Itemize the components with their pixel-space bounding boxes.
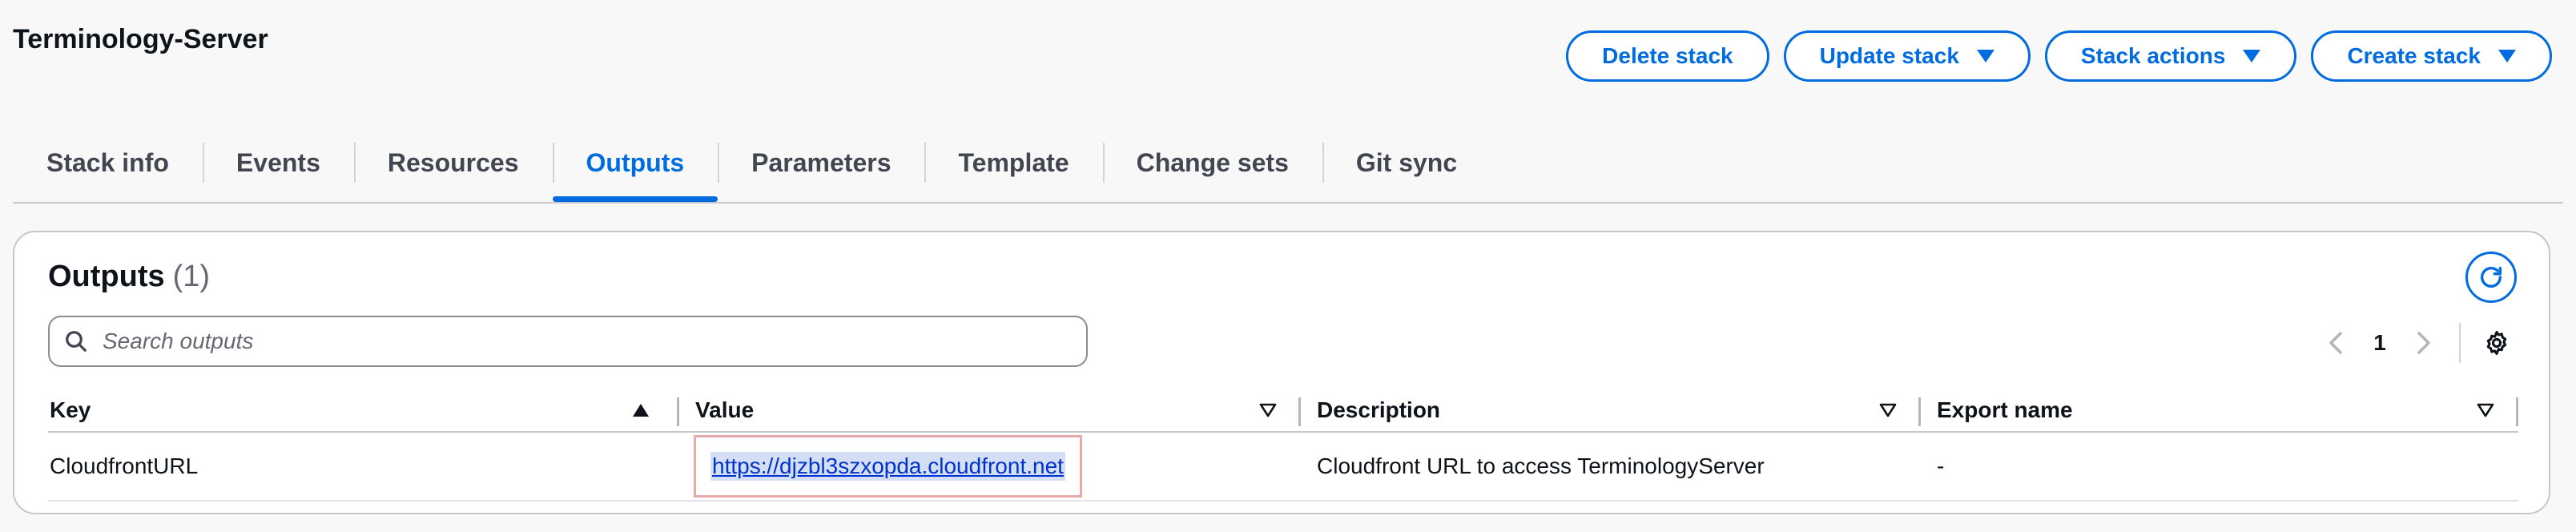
sort-icon <box>1259 403 1277 417</box>
sort-ascending-icon <box>633 404 649 417</box>
column-header-export-name[interactable]: Export name <box>1921 389 2518 431</box>
tab-events[interactable]: Events <box>202 138 354 187</box>
outputs-table: Key Value Description Export name Cloudf… <box>48 389 2518 502</box>
outputs-title: Outputs (1) <box>48 260 210 294</box>
outputs-panel: Outputs(1) 1 K <box>13 231 2550 514</box>
tab-git-sync[interactable]: Git sync <box>1322 138 1491 187</box>
column-description-label: Description <box>1317 397 1441 422</box>
sort-icon <box>1879 403 1897 417</box>
stack-tabs: Stack info Events Resources Outputs Para… <box>13 138 2563 204</box>
preferences-button[interactable] <box>2477 320 2517 365</box>
cell-export-name: - <box>1937 453 1945 478</box>
stack-actions-button[interactable]: Stack actions <box>2044 30 2297 82</box>
page-number[interactable]: 1 <box>2352 330 2408 356</box>
caret-down-icon <box>2498 50 2516 62</box>
stack-title: Terminology-Server <box>13 24 268 54</box>
create-stack-label: Create stack <box>2347 43 2481 68</box>
chevron-right-icon <box>2417 332 2430 354</box>
outputs-title-text: Outputs <box>48 260 165 293</box>
tab-parameters[interactable]: Parameters <box>718 138 924 187</box>
stack-actions-toolbar: Delete stack Update stack Stack actions … <box>1566 30 2552 82</box>
tab-template[interactable]: Template <box>924 138 1102 187</box>
cloudfront-url-link[interactable]: https://djzbl3szxopda.cloudfront.net <box>710 452 1065 481</box>
sort-icon <box>2477 403 2494 417</box>
refresh-button[interactable] <box>2465 252 2517 303</box>
stack-actions-label: Stack actions <box>2080 43 2226 68</box>
column-value-label: Value <box>695 397 755 422</box>
value-highlight: https://djzbl3szxopda.cloudfront.net <box>694 435 1082 498</box>
pager-divider <box>2459 323 2461 363</box>
tab-resources[interactable]: Resources <box>353 138 553 187</box>
chevron-left-icon <box>2329 332 2342 354</box>
tab-change-sets[interactable]: Change sets <box>1102 138 1322 187</box>
update-stack-label: Update stack <box>1819 43 1959 68</box>
column-header-value[interactable]: Value <box>679 389 1301 431</box>
tab-label: Events <box>235 147 320 177</box>
create-stack-button[interactable]: Create stack <box>2311 30 2552 82</box>
tab-label: Resources <box>387 147 519 177</box>
tab-outputs[interactable]: Outputs <box>552 138 718 202</box>
outputs-count: (1) <box>172 260 211 293</box>
delete-stack-button[interactable]: Delete stack <box>1566 30 1769 82</box>
pagination: 1 <box>2320 320 2517 365</box>
cell-value: https://djzbl3szxopda.cloudfront.net <box>679 433 1301 500</box>
update-stack-button[interactable]: Update stack <box>1783 30 2031 82</box>
previous-page-button[interactable] <box>2320 320 2352 365</box>
column-header-key[interactable]: Key <box>48 389 679 431</box>
cell-description: Cloudfront URL to access TerminologyServ… <box>1317 453 1765 478</box>
refresh-icon <box>2480 266 2502 288</box>
search-outputs-field <box>48 316 1088 367</box>
tab-label: Stack info <box>46 147 169 177</box>
caret-down-icon <box>1976 50 1994 62</box>
caret-down-icon <box>2243 50 2261 62</box>
tab-stack-info[interactable]: Stack info <box>13 138 203 187</box>
next-page-button[interactable] <box>2408 320 2440 365</box>
tab-label: Git sync <box>1355 147 1458 177</box>
gear-icon <box>2486 330 2507 356</box>
delete-stack-label: Delete stack <box>1602 43 1733 68</box>
table-row: CloudfrontURL https://djzbl3szxopda.clou… <box>48 433 2518 502</box>
cell-key: CloudfrontURL <box>50 453 199 478</box>
column-key-label: Key <box>50 397 91 422</box>
tab-label: Change sets <box>1136 147 1289 177</box>
search-icon <box>66 331 87 352</box>
column-header-description[interactable]: Description <box>1301 389 1921 431</box>
search-outputs-input[interactable] <box>103 328 1086 354</box>
tab-label: Parameters <box>751 147 892 177</box>
table-header: Key Value Description Export name <box>48 389 2518 433</box>
tab-label: Template <box>958 147 1069 177</box>
tab-label: Outputs <box>586 147 685 177</box>
column-export-name-label: Export name <box>1937 397 2073 422</box>
column-resizer[interactable] <box>2516 397 2518 426</box>
